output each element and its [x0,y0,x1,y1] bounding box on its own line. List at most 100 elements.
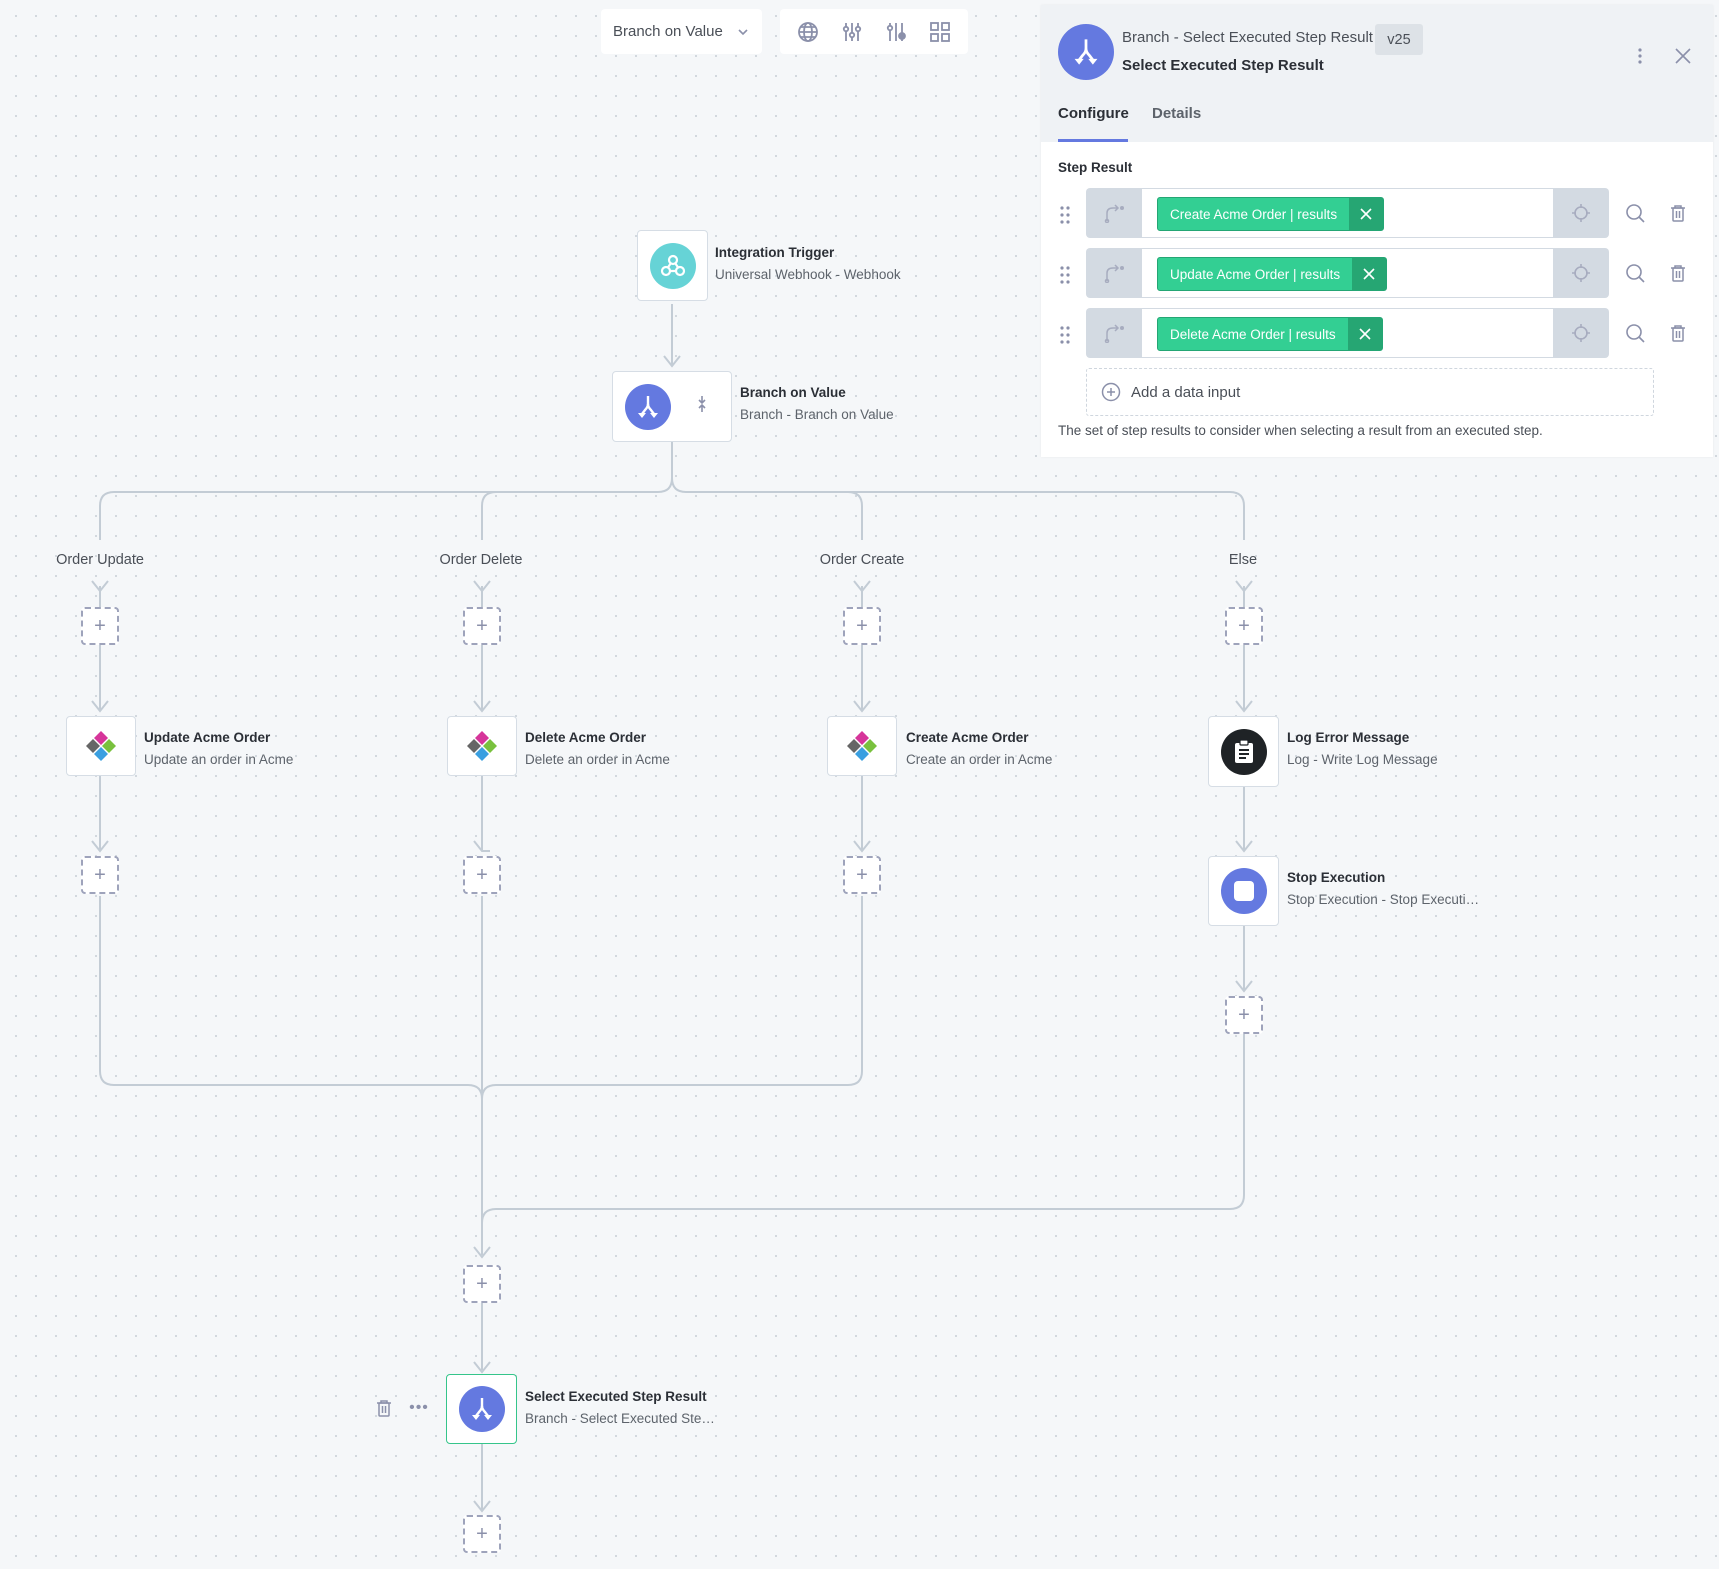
step-result-value-field[interactable]: Create Acme Order | results [1142,189,1553,237]
step-subtitle: Branch - Select Executed Ste… [525,1411,715,1426]
branch-on-value-node[interactable] [612,371,732,442]
crosshair-icon[interactable] [1567,201,1595,225]
connector-split-delete [481,491,497,540]
step-subtitle: Log - Write Log Message [1287,752,1438,767]
log-error-message-node[interactable] [1208,716,1279,787]
create-acme-order-label: Create Acme Order Create an order in Acm… [906,727,1052,771]
add-data-input-button[interactable]: Add a data input [1086,368,1654,416]
delete-acme-order-node[interactable] [447,716,517,776]
webhook-icon [649,242,696,289]
acme-icon [467,731,497,761]
remove-chip-icon[interactable] [1352,258,1387,290]
stop-execution-node[interactable] [1208,856,1279,926]
branch-label-order-create: Order Create [819,552,905,568]
branch-label-order-delete: Order Delete [439,552,523,568]
delete-input-icon[interactable] [1666,321,1690,345]
clipboard-icon [1220,728,1267,775]
trigger-title: Integration Trigger [715,245,835,260]
plus-circle-icon [1101,382,1121,402]
search-icon[interactable] [1623,321,1647,345]
grid-icon[interactable] [927,19,953,45]
search-icon[interactable] [1623,201,1647,225]
search-icon[interactable] [1623,261,1647,285]
add-step-button[interactable]: + [1225,607,1263,645]
kebab-menu-icon[interactable] [1630,41,1650,71]
step-subtitle: Delete an order in Acme [525,752,670,767]
tab-details[interactable]: Details [1152,105,1201,122]
add-step-button[interactable]: + [843,607,881,645]
step-config-panel: Branch - Select Executed Step Result v25… [1041,5,1713,457]
step-title: Select Executed Step Result [525,1389,707,1404]
chip-label: Delete Acme Order | results [1170,326,1336,342]
sliders-icon[interactable] [839,19,865,45]
reference-step-icon[interactable] [1100,321,1128,345]
panel-title: Select Executed Step Result [1122,57,1324,74]
step-title: Log Error Message [1287,730,1410,745]
step-result-value-field[interactable]: Delete Acme Order | results [1142,309,1553,357]
delete-step-icon[interactable] [373,1397,395,1419]
connector-split-create [847,491,863,540]
stop-icon [1220,868,1267,914]
step-title: Create Acme Order [906,730,1029,745]
step-result-label: Step Result [1058,160,1133,175]
remove-chip-icon[interactable] [1349,198,1384,230]
update-acme-order-label: Update Acme Order Update an order in Acm… [144,727,293,771]
sliders-alt-icon[interactable] [883,19,909,45]
collapse-branch-icon[interactable] [697,395,707,418]
globe-icon[interactable] [795,19,821,45]
panel-header: Branch - Select Executed Step Result v25… [1041,5,1713,142]
version-badge: v25 [1375,24,1423,55]
delete-acme-order-label: Delete Acme Order Delete an order in Acm… [525,727,670,771]
reference-step-icon[interactable] [1100,201,1128,225]
connector-branch-split [99,442,673,540]
canvas-toolbar [780,9,968,54]
update-acme-order-node[interactable] [66,716,136,776]
tab-configure[interactable]: Configure [1058,105,1129,122]
reference-step-icon[interactable] [1100,261,1128,285]
panel-step-type: Branch - Select Executed Step Result [1122,29,1373,46]
add-step-button[interactable]: + [463,1515,501,1553]
more-options-icon[interactable]: ••• [408,1397,430,1419]
add-step-button[interactable]: + [81,607,119,645]
add-step-button[interactable]: + [1225,996,1263,1034]
step-result-input-row: Update Acme Order | results [1086,248,1609,298]
delete-input-icon[interactable] [1666,201,1690,225]
drag-handle-icon[interactable] [1058,263,1072,287]
drag-handle-icon[interactable] [1058,323,1072,347]
branch-icon [1058,24,1114,80]
crosshair-icon[interactable] [1567,321,1595,345]
trigger-subtitle: Universal Webhook - Webhook [715,267,901,282]
delete-input-icon[interactable] [1666,261,1690,285]
step-title: Stop Execution [1287,870,1386,885]
create-acme-order-node[interactable] [827,716,897,776]
close-icon[interactable] [1668,41,1698,71]
select-executed-step-result-node[interactable] [446,1374,517,1444]
branch-selector-dropdown[interactable]: Branch on Value [601,9,762,54]
branch-icon [625,383,671,430]
branch-title: Branch on Value [740,385,846,400]
trigger-node[interactable] [637,230,708,301]
add-step-button[interactable]: + [843,856,881,894]
step-result-chip: Create Acme Order | results [1157,197,1385,231]
remove-chip-icon[interactable] [1347,318,1382,350]
trigger-label: Integration Trigger Universal Webhook - … [715,242,901,286]
crosshair-icon[interactable] [1567,261,1595,285]
branch-subtitle: Branch - Branch on Value [740,407,894,422]
add-step-button[interactable]: + [81,856,119,894]
active-tab-indicator [1058,139,1128,142]
step-result-value-field[interactable]: Update Acme Order | results [1142,249,1553,297]
add-step-button[interactable]: + [463,607,501,645]
step-subtitle: Stop Execution - Stop Executi… [1287,892,1480,907]
add-step-button[interactable]: + [463,856,501,894]
drag-handle-icon[interactable] [1058,203,1072,227]
add-step-button[interactable]: + [463,1265,501,1303]
add-data-input-label: Add a data input [1131,383,1241,401]
select-executed-step-result-label: Select Executed Step Result Branch - Sel… [525,1386,715,1430]
log-error-message-label: Log Error Message Log - Write Log Messag… [1287,727,1438,771]
acme-icon [86,731,116,761]
step-result-help-text: The set of step results to consider when… [1058,423,1543,438]
step-result-input-row: Create Acme Order | results [1086,188,1609,238]
branch-selector-value: Branch on Value [613,23,723,40]
step-title: Delete Acme Order [525,730,647,745]
chip-label: Update Acme Order | results [1170,266,1341,282]
